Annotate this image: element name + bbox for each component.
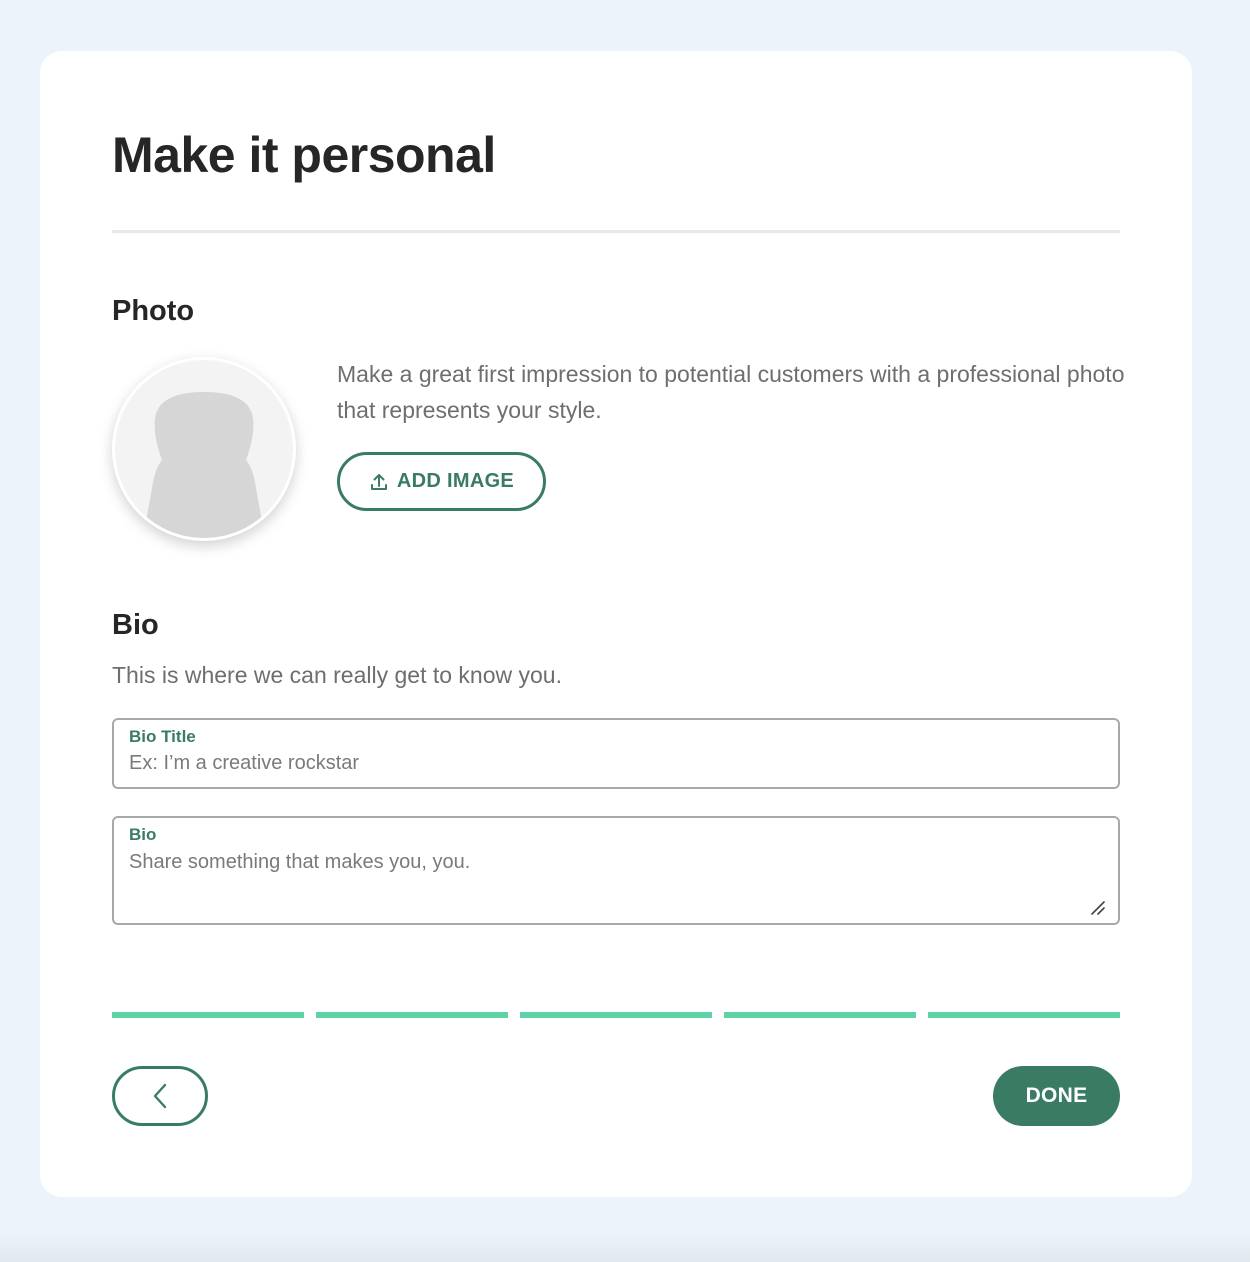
onboarding-card: Make it personal Photo Make a great firs… — [40, 51, 1192, 1197]
title-divider — [112, 230, 1120, 233]
avatar-placeholder — [112, 357, 296, 541]
progress-segment — [724, 1012, 916, 1018]
page-bottom-shadow — [0, 1232, 1250, 1262]
bio-title-input[interactable] — [129, 752, 1103, 775]
upload-icon — [370, 473, 387, 490]
add-image-label: ADD IMAGE — [396, 470, 515, 492]
bio-label: Bio — [129, 825, 157, 844]
photo-description: Make a great first impression to potenti… — [337, 361, 1125, 423]
progress-segment — [316, 1012, 508, 1018]
bio-field: Bio — [112, 816, 1120, 925]
person-silhouette-icon — [143, 392, 265, 538]
add-image-button[interactable]: ADD IMAGE — [337, 452, 546, 511]
progress-segment — [928, 1012, 1120, 1018]
bio-heading: Bio — [112, 609, 159, 641]
page-title: Make it personal — [112, 127, 496, 183]
bio-title-field: Bio Title — [112, 718, 1120, 789]
resize-handle-icon[interactable] — [1091, 901, 1105, 915]
photo-heading: Photo — [112, 295, 195, 327]
bio-title-label: Bio Title — [129, 727, 196, 746]
progress-bar — [112, 1012, 1120, 1018]
progress-segment — [520, 1012, 712, 1018]
bio-description: This is where we can really get to know … — [112, 662, 562, 688]
done-button[interactable]: DONE — [993, 1066, 1120, 1126]
progress-segment — [112, 1012, 304, 1018]
chevron-left-icon — [153, 1083, 167, 1109]
bio-textarea[interactable] — [129, 850, 1103, 914]
back-button[interactable] — [112, 1066, 208, 1126]
